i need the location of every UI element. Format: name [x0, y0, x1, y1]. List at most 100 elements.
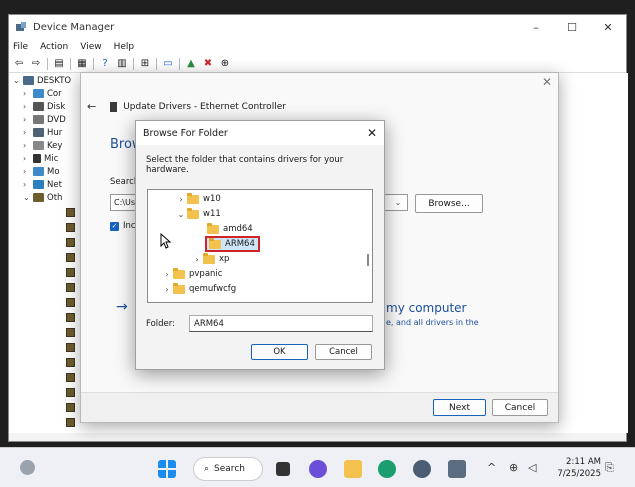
pick-from-list-link[interactable]: my computer	[386, 301, 466, 315]
folder-item-pvpanic[interactable]: › pvpanic	[161, 267, 222, 281]
folder-icon	[207, 222, 219, 234]
notification-icon[interactable]: ⎘	[605, 461, 614, 475]
tree-item[interactable]: › DVD	[23, 113, 66, 126]
folder-label: qemufwcfg	[189, 284, 237, 294]
chevron-right-icon: ›	[23, 115, 27, 124]
close-icon[interactable]: ✕	[542, 75, 552, 89]
include-subfolders-checkbox[interactable]: ✓ Inc	[110, 221, 136, 231]
dialog-description: Select the folder that contains drivers …	[146, 155, 344, 175]
warning-device-icon[interactable]	[66, 223, 75, 232]
scrollbar-thumb[interactable]	[367, 254, 369, 266]
warning-device-icon[interactable]	[66, 298, 75, 307]
tree-item[interactable]: › Net	[23, 178, 62, 191]
window-title: Device Manager	[33, 21, 115, 33]
ok-button[interactable]: OK	[251, 344, 308, 360]
tree-item[interactable]: › Mo	[23, 165, 60, 178]
folder-item-qemufwcfg[interactable]: › qemufwcfg	[161, 282, 236, 296]
warning-device-icon[interactable]	[66, 403, 75, 412]
warning-device-icon[interactable]	[66, 373, 75, 382]
chevron-right-icon: ›	[23, 128, 27, 137]
close-icon[interactable]: ✕	[360, 126, 384, 140]
download-icon[interactable]: ⊕	[219, 58, 231, 70]
tree-root[interactable]: ⌄ DESKTO	[13, 74, 71, 87]
taskbar-search[interactable]: ⌕ Search	[193, 457, 263, 481]
uninstall-icon[interactable]: ✖	[202, 58, 214, 70]
clock-date: 7/25/2025	[557, 469, 601, 479]
tree-item-label: Cor	[47, 88, 62, 99]
browse-button[interactable]: Browse...	[415, 194, 483, 213]
warning-device-icon[interactable]	[66, 283, 75, 292]
windows-start-icon[interactable]	[158, 460, 176, 478]
folder-input[interactable]: ARM64	[189, 315, 373, 332]
list-icon[interactable]: ▦	[76, 58, 88, 70]
checkmark-icon: ✓	[110, 221, 119, 231]
warning-device-icon[interactable]	[66, 418, 75, 427]
next-button[interactable]: Next	[433, 399, 486, 416]
network-icon[interactable]: ⊕	[509, 461, 518, 474]
folder-item-arm64[interactable]: ARM64	[205, 236, 260, 252]
folder-item-w10[interactable]: › w10	[175, 192, 221, 206]
warning-device-icon[interactable]	[66, 313, 75, 322]
folder-icon	[187, 192, 199, 204]
edge-browser-icon[interactable]	[378, 460, 396, 478]
tree-item[interactable]: ⌄ Oth	[23, 191, 62, 204]
help-icon[interactable]: ?	[99, 58, 111, 70]
checkbox-label: Inc	[123, 221, 136, 231]
warning-device-icon[interactable]	[66, 238, 75, 247]
back-arrow-icon[interactable]: ←	[87, 100, 96, 113]
properties-icon[interactable]: ▤	[53, 58, 65, 70]
volume-icon[interactable]: ◁	[528, 461, 536, 474]
chat-icon[interactable]	[309, 460, 327, 478]
folder-item-xp[interactable]: › xp	[191, 252, 229, 266]
warning-device-icon[interactable]	[66, 328, 75, 337]
minimize-button[interactable]: –	[518, 15, 554, 39]
clock[interactable]: 2:11 AM 7/25/2025	[557, 456, 601, 480]
warning-device-icon[interactable]	[66, 388, 75, 397]
warning-device-icon[interactable]	[66, 343, 75, 352]
tree-item[interactable]: › Mic	[23, 152, 58, 165]
menu-view[interactable]: View	[80, 42, 101, 52]
folder-item-w11[interactable]: ⌄ w11	[175, 207, 221, 221]
maximize-button[interactable]: ☐	[554, 15, 590, 39]
cancel-button[interactable]: Cancel	[492, 399, 548, 416]
dialog-footer: Next Cancel	[81, 392, 558, 422]
menu-action[interactable]: Action	[40, 42, 68, 52]
folder-item-amd64[interactable]: amd64	[207, 222, 253, 236]
menu-file[interactable]: File	[13, 42, 28, 52]
chevron-down-icon[interactable]: ⌄	[388, 194, 408, 211]
folder-label: amd64	[223, 224, 253, 234]
forward-arrow-icon[interactable]: ⇨	[30, 58, 42, 70]
task-view-icon[interactable]	[276, 462, 290, 476]
tree-item[interactable]: › Cor	[23, 87, 62, 100]
clock-time: 2:11 AM	[566, 457, 601, 467]
device-manager-icon	[16, 22, 26, 31]
view-icon[interactable]: ▥	[116, 58, 128, 70]
warning-device-icon[interactable]	[66, 253, 75, 262]
tree-item[interactable]: › Key	[23, 139, 62, 152]
warning-device-icon[interactable]	[66, 358, 75, 367]
warning-device-icon[interactable]	[66, 268, 75, 277]
dialog-header: ← Update Drivers - Ethernet Controller	[87, 100, 286, 113]
search-label: Search	[214, 464, 245, 474]
search-icon: ⌕	[204, 464, 210, 474]
menu-help[interactable]: Help	[114, 42, 135, 52]
tree-item[interactable]: › Hur	[23, 126, 62, 139]
tree-item-label: Disk	[47, 101, 66, 112]
settings-icon[interactable]	[413, 460, 431, 478]
cancel-button[interactable]: Cancel	[315, 344, 372, 360]
warning-device-icon[interactable]	[66, 208, 75, 217]
folder-icon	[203, 252, 215, 264]
close-button[interactable]: ✕	[590, 15, 626, 39]
monitor-icon[interactable]: ▭	[162, 58, 174, 70]
device-manager-taskbar-icon[interactable]	[448, 460, 466, 478]
chevron-up-icon[interactable]: ^	[487, 461, 496, 474]
dialog-title: Browse For Folder	[143, 127, 228, 139]
tree-item-label: Oth	[47, 192, 63, 203]
weather-icon[interactable]	[20, 460, 35, 475]
scan-icon[interactable]: ⊞	[139, 58, 151, 70]
back-arrow-icon[interactable]: ⇦	[13, 58, 25, 70]
tree-item[interactable]: › Disk	[23, 100, 65, 113]
monitor-icon	[33, 167, 44, 176]
update-driver-icon[interactable]: ▲	[185, 58, 197, 70]
file-explorer-icon[interactable]	[344, 460, 362, 478]
